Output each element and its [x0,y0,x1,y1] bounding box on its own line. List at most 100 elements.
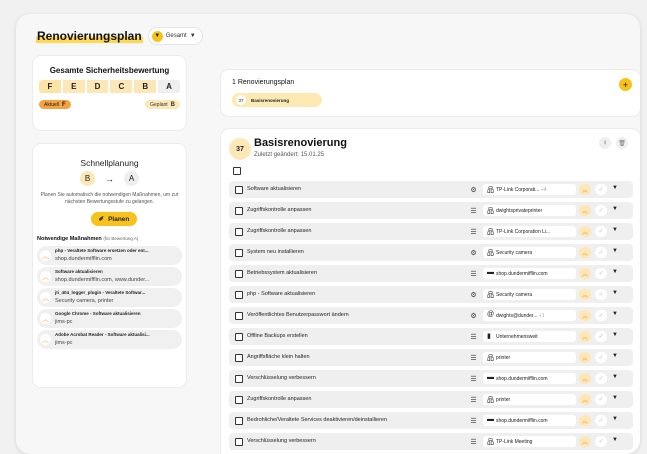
check-icon[interactable]: ✓ [595,436,607,447]
priority-icon[interactable]: ︽ [579,436,591,447]
priority-icon[interactable]: ︽ [579,226,591,237]
asset-tag[interactable]: ▬ shop.dundermifflin.com [483,268,576,279]
measure-row[interactable]: Verschlüsselung verbessern ☰ ▬ shop.dunderm… [229,370,633,387]
measure-row[interactable]: Software aktualisieren ⚙ 品 TP-Link Corporat… [229,181,633,198]
row-checkbox[interactable] [235,312,243,320]
check-icon[interactable]: ✓ [595,352,607,363]
chevron-down-icon[interactable]: ▼ [612,311,618,317]
priority-icon[interactable]: ︽ [579,415,591,426]
row-checkbox[interactable] [235,438,243,446]
asset-tag[interactable]: ▮ Unternehmensweit [483,331,576,342]
plan-number-badge: 37 [229,138,251,160]
row-checkbox[interactable] [235,207,243,215]
check-icon[interactable]: ✓ [595,310,607,321]
plan-button[interactable]: ✐ Planen [91,212,137,226]
priority-icon[interactable]: ︽ [579,184,591,195]
priority-icon[interactable]: ︽ [579,268,591,279]
measure-row[interactable]: Bedrohliche/Veraltete Services deaktivie… [229,412,633,429]
check-icon[interactable]: ✓ [595,373,607,384]
row-checkbox[interactable] [235,354,243,362]
check-icon[interactable]: ✓ [595,331,607,342]
measure-item[interactable]: ︿ Google Chrome - Software aktualisieren… [37,309,182,328]
row-checkbox[interactable] [235,333,243,341]
priority-icon[interactable]: ︽ [579,310,591,321]
priority-icon[interactable]: ︽ [579,247,591,258]
check-icon[interactable]: ✓ [595,268,607,279]
asset-tag[interactable]: 品 dwightsprivateprinter [483,205,576,216]
row-checkbox[interactable] [235,228,243,236]
asset-tag[interactable]: 品 TP-Link Corporation Li... [483,226,576,237]
measure-item[interactable]: ︿ Software aktualisieren shop.dundermiff… [37,267,182,286]
chevron-down-icon[interactable]: ▼ [612,395,618,401]
download-button[interactable]: ⭳ [599,137,611,149]
measure-item[interactable]: ︿ Adobe Acrobat Reader - Software aktual… [37,330,182,349]
chevron-down-icon[interactable]: ▼ [612,437,618,443]
asset-tag[interactable]: 品 TP-Link Corporati... +4 [483,184,576,195]
asset-text: TP-Link Corporati... +4 [496,187,574,193]
chevron-down-icon[interactable]: ▼ [612,332,618,338]
delete-button[interactable]: 🗑 [616,137,628,149]
measure-item[interactable]: ︿ php - Veraltete Software ersetzen oder… [37,246,182,265]
measure-row[interactable]: Zugriffskontrolle anpassen ☰ 品 TP-Link Corp… [229,223,633,240]
check-icon[interactable]: ✓ [595,205,607,216]
priority-icon[interactable]: ︽ [579,331,591,342]
asset-tag[interactable]: ▬ shop.dundermifflin.com [483,373,576,384]
measure-row[interactable]: Offline Backups erstellen ☰ ▮ Unternehmensw… [229,328,633,345]
row-checkbox[interactable] [235,417,243,425]
row-checkbox[interactable] [235,186,243,194]
scope-select[interactable]: ▼ Gesamt ▼ [148,28,202,44]
row-checkbox[interactable] [235,375,243,383]
measure-row[interactable]: Zugriffskontrolle anpassen ☰ 品 printer ︽ ✓ ▼ [229,391,633,408]
row-checkbox[interactable] [235,270,243,278]
priority-icon[interactable]: ︽ [579,373,591,384]
asset-tag[interactable]: 品 printer [483,394,576,405]
measure-row[interactable]: Betriebssystem aktualisieren ☰ ▬ shop.dunde… [229,265,633,282]
chevron-down-icon[interactable]: ▼ [612,290,618,296]
asset-tag[interactable]: 品 Security camera [483,289,576,300]
add-plan-button[interactable]: + [619,78,632,91]
measure-row[interactable]: Angriffsfläche klein halten ☰ 品 printer ︽ ✓ ▼ [229,349,633,366]
asset-tag[interactable]: 品 TP-Link Meeting [483,436,576,447]
asset-tag[interactable]: ▬ shop.dundermifflin.com [483,415,576,426]
chevron-down-icon: ▼ [189,33,196,39]
asset-name: shop.dundermifflin.com [496,271,548,277]
chevron-down-icon[interactable]: ▼ [612,248,618,254]
row-checkbox[interactable] [235,249,243,257]
chevron-down-icon[interactable]: ▼ [612,374,618,380]
chevron-down-icon[interactable]: ▼ [612,353,618,359]
plan-chip[interactable]: 37 Basisrenovierung [232,93,322,107]
chevron-down-icon[interactable]: ▼ [612,206,618,212]
chevron-down-icon[interactable]: ▼ [612,269,618,275]
planned-grade-pill: Geplant B [145,100,180,109]
asset-tag[interactable]: @ dwights@dunder... +1 [483,310,576,321]
check-icon[interactable]: ✓ [595,247,607,258]
priority-icon[interactable]: ︽ [579,205,591,216]
row-checkbox[interactable] [235,291,243,299]
measure-item[interactable]: ︿ jti_404_logger_plugin - Veraltete Soft… [37,288,182,307]
row-checkbox[interactable] [235,396,243,404]
chevron-down-icon[interactable]: ▼ [612,227,618,233]
measure-row[interactable]: System neu installieren ⚙ 品 Security camera… [229,244,633,261]
asset-tag[interactable]: 品 Security camera [483,247,576,258]
chevron-down-icon[interactable]: ▼ [612,185,618,191]
check-icon[interactable]: ✓ [595,226,607,237]
measure-row[interactable]: Veröffentlichtes Benutzerpasswort ändern… [229,307,633,324]
asset-tag[interactable]: 品 printer [483,352,576,363]
priority-icon[interactable]: ︽ [579,352,591,363]
check-icon[interactable]: ✓ [595,184,607,195]
chevron-down-icon[interactable]: ▼ [612,416,618,422]
server-icon: ▬ [487,374,494,381]
network-icon: 品 [487,355,494,362]
select-all-checkbox[interactable] [233,167,241,175]
priority-icon[interactable]: ︽ [579,394,591,405]
measure-row[interactable]: php - Software aktualisieren ⚙ 品 Security c… [229,286,633,303]
measure-row[interactable]: Verschlüsselung verbessern ☰ 品 TP-Link Meet… [229,433,633,450]
asset-name: dwights@dunder... [496,313,538,319]
measure-row[interactable]: Zugriffskontrolle anpassen ☰ 品 dwightspriva… [229,202,633,219]
list-icon: ☰ [470,354,477,362]
asset-text: dwightsprivateprinter [496,208,574,214]
check-icon[interactable]: ✓ [595,415,607,426]
check-icon[interactable]: ✓ [595,289,607,300]
priority-icon[interactable]: ︽ [579,289,591,300]
check-icon[interactable]: ✓ [595,394,607,405]
